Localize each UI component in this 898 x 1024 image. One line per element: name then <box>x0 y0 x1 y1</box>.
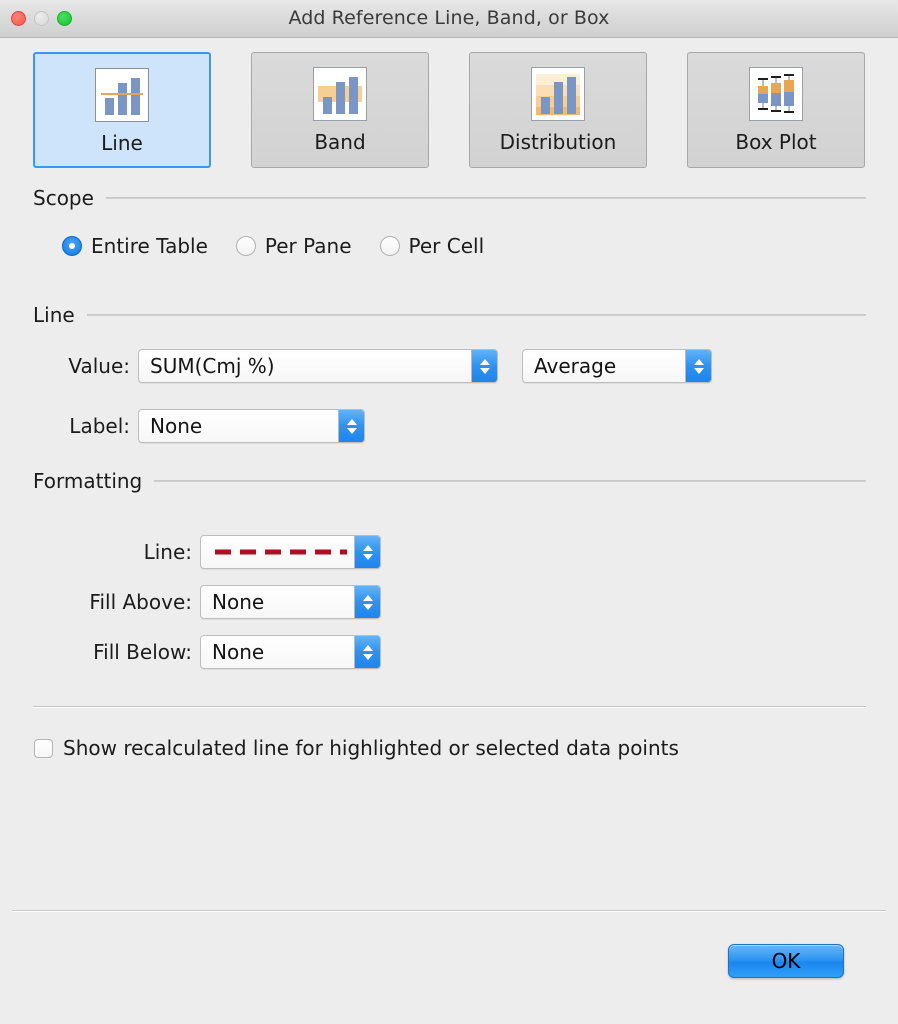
line-section-header: Line <box>33 303 866 327</box>
radio-entire-table-indicator[interactable] <box>62 236 82 256</box>
fill-above-row: Fill Above: None <box>62 585 381 619</box>
radio-entire-table[interactable]: Entire Table <box>62 234 208 258</box>
chevron-updown-icon[interactable] <box>354 536 380 568</box>
line-section-title: Line <box>33 303 75 327</box>
aggregation-dropdown-text: Average <box>523 354 616 378</box>
fill-below-label: Fill Below: <box>62 640 192 664</box>
tab-band-label: Band <box>314 130 365 154</box>
radio-per-pane-label: Per Pane <box>265 234 352 258</box>
aggregation-dropdown[interactable]: Average <box>522 349 712 383</box>
line-chart-icon <box>95 68 149 122</box>
radio-per-pane-indicator[interactable] <box>236 236 256 256</box>
fill-below-dropdown-text: None <box>201 640 264 664</box>
footer-divider <box>12 910 886 912</box>
scope-section-rule <box>106 197 866 199</box>
chevron-updown-icon[interactable] <box>354 636 380 668</box>
label-dropdown-text: None <box>139 414 202 438</box>
chevron-updown-icon[interactable] <box>471 350 497 382</box>
chevron-updown-icon[interactable] <box>354 586 380 618</box>
fill-below-row: Fill Below: None <box>62 635 381 669</box>
tab-box-plot-label: Box Plot <box>735 130 816 154</box>
tab-distribution-label: Distribution <box>500 130 617 154</box>
line-section-rule <box>87 314 866 316</box>
title-bar: Add Reference Line, Band, or Box <box>0 0 898 38</box>
dashed-line-icon <box>215 550 347 555</box>
label-label: Label: <box>48 414 130 438</box>
radio-per-cell-indicator[interactable] <box>380 236 400 256</box>
tab-strip: Line Band Distribution <box>33 52 865 168</box>
recalculated-line-checkbox[interactable] <box>34 739 53 758</box>
recalculated-line-checkbox-row[interactable]: Show recalculated line for highlighted o… <box>34 736 679 760</box>
radio-per-cell-label: Per Cell <box>409 234 485 258</box>
label-dropdown[interactable]: None <box>138 409 365 443</box>
recalculated-line-label: Show recalculated line for highlighted o… <box>63 736 679 760</box>
radio-entire-table-label: Entire Table <box>91 234 208 258</box>
ok-button[interactable]: OK <box>728 944 844 978</box>
line-style-label: Line: <box>62 540 192 564</box>
formatting-section-title: Formatting <box>33 469 142 493</box>
scope-section-header: Scope <box>33 186 866 210</box>
line-style-row: Line: <box>62 535 381 569</box>
radio-per-cell[interactable]: Per Cell <box>380 234 485 258</box>
tab-line-label: Line <box>101 131 143 155</box>
fill-above-label: Fill Above: <box>62 590 192 614</box>
value-dropdown-text: SUM(Cmj %) <box>139 354 275 378</box>
fill-above-dropdown[interactable]: None <box>200 585 381 619</box>
label-row: Label: None <box>48 409 365 443</box>
band-chart-icon <box>313 67 367 121</box>
radio-per-pane[interactable]: Per Pane <box>236 234 352 258</box>
tab-band[interactable]: Band <box>251 52 429 168</box>
fill-below-dropdown[interactable]: None <box>200 635 381 669</box>
formatting-section-rule <box>154 480 866 482</box>
scope-radio-group: Entire Table Per Pane Per Cell <box>62 234 512 258</box>
line-style-dropdown[interactable] <box>200 535 381 569</box>
value-label: Value: <box>48 354 130 378</box>
value-row: Value: SUM(Cmj %) Average <box>48 349 712 383</box>
formatting-section-header: Formatting <box>33 469 866 493</box>
chevron-updown-icon[interactable] <box>338 410 364 442</box>
scope-section-title: Scope <box>33 186 94 210</box>
options-divider <box>33 706 866 708</box>
chevron-updown-icon[interactable] <box>685 350 711 382</box>
fill-above-dropdown-text: None <box>201 590 264 614</box>
box-plot-icon <box>749 67 803 121</box>
distribution-chart-icon <box>531 67 585 121</box>
tab-box-plot[interactable]: Box Plot <box>687 52 865 168</box>
tab-distribution[interactable]: Distribution <box>469 52 647 168</box>
value-dropdown[interactable]: SUM(Cmj %) <box>138 349 498 383</box>
tab-line[interactable]: Line <box>33 52 211 168</box>
dialog-window: Add Reference Line, Band, or Box Line Ba… <box>0 0 898 1024</box>
window-title: Add Reference Line, Band, or Box <box>0 0 898 37</box>
